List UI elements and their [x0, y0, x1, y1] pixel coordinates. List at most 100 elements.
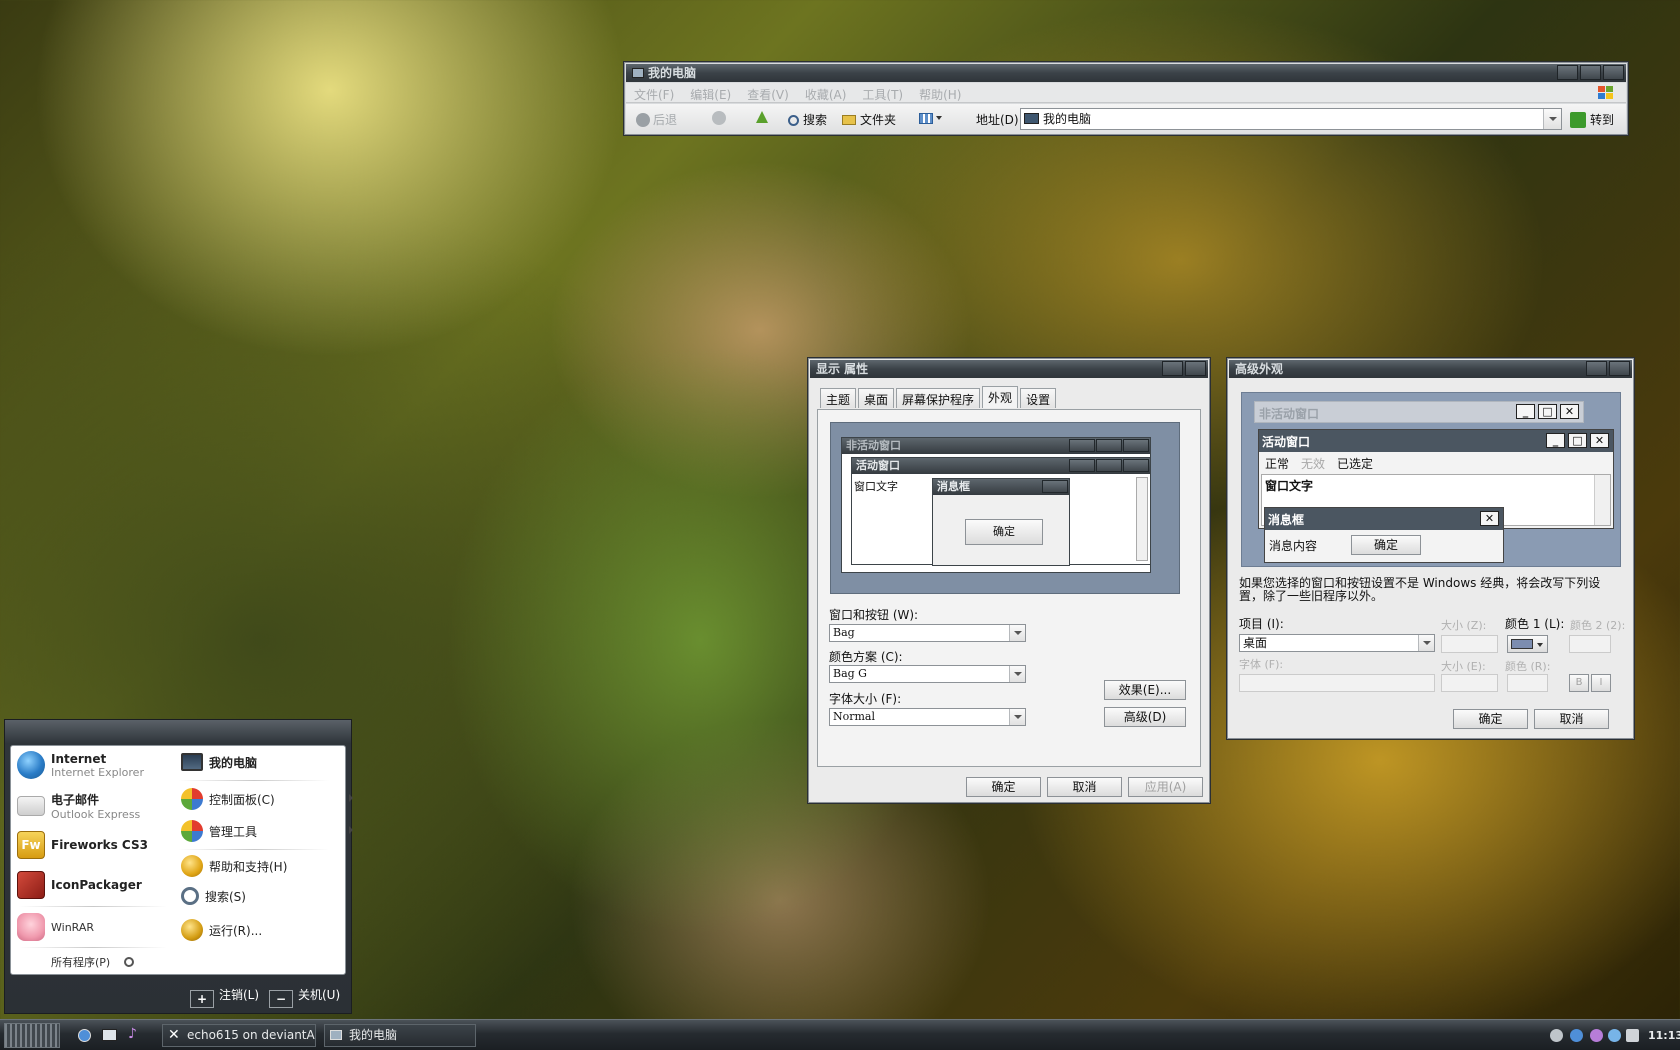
font-select[interactable]	[1239, 674, 1435, 692]
ok-button[interactable]: 确定	[1453, 709, 1528, 729]
advanced-preview[interactable]: 非活动窗口 _ □ ✕ 活动窗口 _ □ ✕ 正常 无效 已选定 窗口文字 消息框 ✕	[1241, 392, 1621, 567]
quicklaunch-browser-icon[interactable]	[78, 1029, 91, 1042]
start-menu: Internet Internet Explorer 电子邮件 Outlook Ex…	[4, 719, 353, 1014]
tab-screensaver[interactable]: 屏幕保护程序	[896, 388, 981, 408]
explorer-titlebar[interactable]: 我的电脑	[626, 64, 1626, 82]
tab-themes[interactable]: 主题	[820, 388, 857, 408]
cancel-button[interactable]: 取消	[1047, 777, 1122, 797]
color1-picker[interactable]	[1507, 635, 1548, 653]
views-button[interactable]	[919, 111, 942, 125]
forward-button[interactable]	[712, 111, 729, 125]
windows-buttons-select[interactable]: Bag	[829, 624, 1026, 642]
menu-tools[interactable]: 工具(T)	[854, 83, 911, 103]
color2-picker[interactable]	[1569, 635, 1611, 653]
start-button[interactable]	[4, 1023, 60, 1048]
font-size-select[interactable]	[1441, 674, 1498, 692]
maximize-button[interactable]	[1580, 65, 1601, 80]
task-button-my-computer[interactable]: 我的电脑	[324, 1024, 476, 1047]
computer-icon	[1024, 113, 1039, 124]
program-email[interactable]: 电子邮件 Outlook Express	[17, 791, 140, 821]
effects-button[interactable]: 效果(E)...	[1104, 680, 1186, 700]
color-scheme-value: Bag G	[833, 667, 867, 680]
tray-volume-icon[interactable]	[1626, 1029, 1639, 1042]
menu-help[interactable]: 帮助(H)	[911, 83, 969, 103]
tray-music-icon[interactable]	[1590, 1029, 1603, 1042]
plus-icon: +	[190, 990, 214, 1008]
menu-favorites[interactable]: 收藏(A)	[797, 83, 855, 103]
address-bar[interactable]: 我的电脑	[1020, 108, 1562, 130]
bold-button[interactable]: B	[1569, 674, 1589, 692]
program-title: 电子邮件	[51, 793, 100, 807]
place-control-panel[interactable]: 控制面板(C)	[181, 788, 353, 810]
font-size-value: Normal	[833, 710, 876, 723]
place-search[interactable]: 搜索(S)	[181, 887, 341, 905]
font-color-picker[interactable]	[1507, 674, 1548, 692]
quicklaunch-explorer-icon[interactable]	[102, 1029, 117, 1041]
item-select[interactable]: 桌面	[1239, 634, 1435, 652]
tray-chat-icon[interactable]	[1608, 1029, 1621, 1042]
back-button[interactable]: 后退	[636, 111, 677, 128]
menu-file[interactable]: 文件(F)	[626, 83, 682, 103]
preview-ok-button: 确定	[965, 519, 1043, 545]
advanced-titlebar[interactable]: 高级外观	[1229, 360, 1632, 378]
cancel-button[interactable]: 取消	[1534, 709, 1609, 729]
task-button-browser[interactable]: ✕ echo615 on deviantAR...	[162, 1024, 316, 1047]
close-icon: ✕	[1480, 511, 1499, 526]
go-button[interactable]: 转到	[1570, 111, 1614, 128]
shutdown-button[interactable]: − 关机(U)	[269, 986, 340, 1008]
apply-button[interactable]: 应用(A)	[1128, 777, 1203, 797]
advanced-appearance-dialog: 高级外观 非活动窗口 _ □ ✕ 活动窗口 _ □ ✕ 正常 无效 已选定 窗口文字	[1226, 357, 1635, 740]
place-help-support[interactable]: 帮助和支持(H)	[181, 855, 341, 877]
size-input[interactable]	[1441, 635, 1498, 653]
program-internet-explorer[interactable]: Internet Internet Explorer	[17, 751, 144, 779]
logoff-button[interactable]: + 注销(L)	[190, 986, 259, 1008]
place-run[interactable]: 运行(R)...	[181, 919, 341, 941]
ok-button[interactable]: 确定	[966, 777, 1041, 797]
tab-appearance[interactable]: 外观	[982, 386, 1019, 408]
display-titlebar[interactable]: 显示 属性	[810, 360, 1208, 378]
computer-icon	[632, 68, 644, 78]
chevron-down-icon	[1418, 635, 1434, 651]
program-iconpackager[interactable]: IconPackager	[17, 871, 142, 899]
close-icon: ✕	[1590, 433, 1609, 448]
computer-icon	[181, 753, 203, 771]
tab-settings[interactable]: 设置	[1020, 388, 1057, 408]
program-title: Fireworks CS3	[51, 838, 148, 852]
clock[interactable]: 11:13	[1648, 1029, 1680, 1042]
place-admin-tools[interactable]: 管理工具	[181, 820, 353, 842]
tab-strip: 主题 桌面 屏幕保护程序 外观 设置	[820, 386, 1057, 408]
maximize-icon: □	[1568, 433, 1587, 448]
quicklaunch-music-icon[interactable]: ♪	[128, 1027, 137, 1041]
help-button[interactable]	[1162, 361, 1183, 376]
winrar-icon	[17, 913, 45, 941]
address-dropdown-button[interactable]	[1543, 109, 1561, 129]
control-panel-icon	[181, 788, 203, 810]
views-icon	[919, 113, 933, 124]
italic-button[interactable]: I	[1591, 674, 1611, 692]
dialog-title: 显示 属性	[816, 362, 869, 376]
program-fireworks[interactable]: Fw Fireworks CS3	[17, 831, 148, 859]
minimize-button[interactable]	[1557, 65, 1578, 80]
minus-icon: −	[269, 990, 293, 1008]
folders-button[interactable]: 文件夹	[842, 111, 896, 128]
color-scheme-select[interactable]: Bag G	[829, 665, 1026, 683]
tray-network-icon[interactable]	[1550, 1029, 1563, 1042]
font-size-select[interactable]: Normal	[829, 708, 1026, 726]
up-folder-button[interactable]	[756, 111, 768, 126]
place-label: 控制面板(C)	[209, 792, 275, 807]
explorer-window: 我的电脑 文件(F) 编辑(E) 查看(V) 收藏(A) 工具(T) 帮助(H) 后退 搜…	[623, 61, 1629, 136]
menu-view[interactable]: 查看(V)	[739, 83, 797, 103]
close-button[interactable]	[1609, 361, 1630, 376]
tab-desktop[interactable]: 桌面	[858, 388, 895, 408]
windows-logo-icon	[1596, 85, 1616, 101]
menu-edit[interactable]: 编辑(E)	[682, 83, 739, 103]
program-winrar[interactable]: WinRAR	[17, 913, 94, 941]
help-button[interactable]	[1586, 361, 1607, 376]
place-my-computer[interactable]: 我的电脑	[181, 753, 341, 771]
search-button[interactable]: 搜索	[788, 111, 827, 128]
tray-messenger-icon[interactable]	[1570, 1029, 1583, 1042]
advanced-button[interactable]: 高级(D)	[1104, 707, 1186, 727]
all-programs-button[interactable]: 所有程序(P)	[51, 954, 134, 970]
close-button[interactable]	[1185, 361, 1206, 376]
close-button[interactable]	[1603, 65, 1624, 80]
